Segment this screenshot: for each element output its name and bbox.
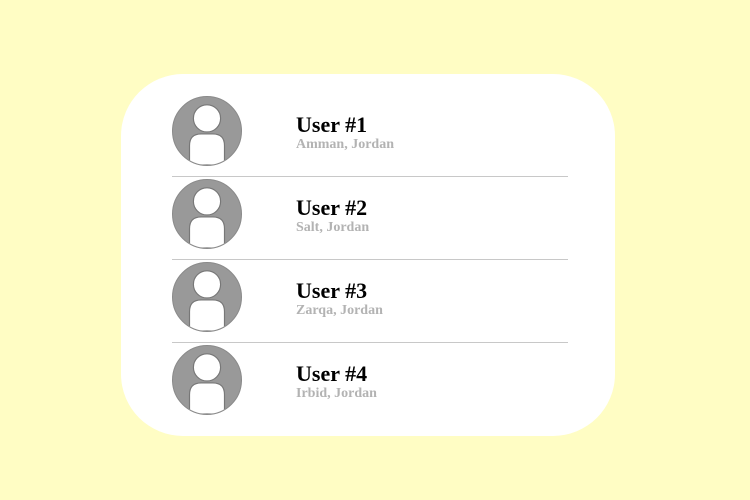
user-name: User #4 [296,361,368,386]
user-name: User #3 [296,278,368,303]
user-avatar-icon [172,345,242,415]
user-list: User #1 Amman, Jordan User #2 Salt, Jord… [172,94,568,426]
list-item[interactable]: User #4 Irbid, Jordan [172,343,568,426]
user-location: Amman, Jordan [296,137,395,152]
user-location: Zarqa, Jordan [296,303,383,318]
user-name: User #1 [296,112,368,137]
user-avatar-icon [172,179,242,249]
user-avatar-icon [172,262,242,332]
user-avatar-icon [172,96,242,166]
list-item[interactable]: User #1 Amman, Jordan [172,94,568,177]
user-location: Irbid, Jordan [296,386,377,401]
user-name: User #2 [296,195,368,220]
list-item[interactable]: User #2 Salt, Jordan [172,177,568,260]
user-location: Salt, Jordan [296,220,370,235]
list-item[interactable]: User #3 Zarqa, Jordan [172,260,568,343]
